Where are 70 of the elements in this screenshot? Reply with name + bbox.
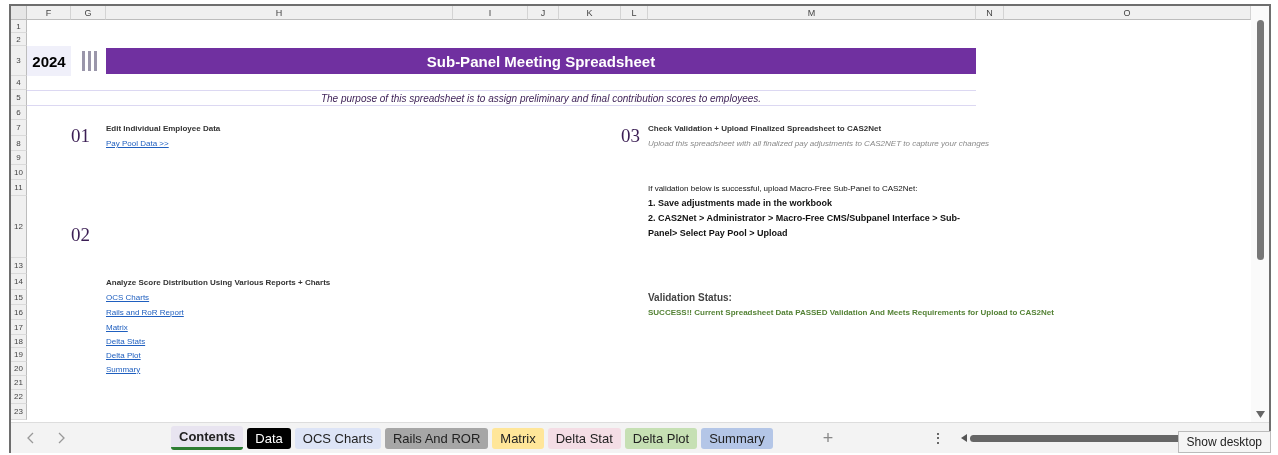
upload-step: 1. Save adjustments made in the workbook <box>648 196 976 211</box>
scroll-thumb[interactable] <box>1256 20 1264 260</box>
report-link[interactable]: Summary <box>106 364 141 374</box>
sheet-tab[interactable]: Contents <box>171 426 244 450</box>
step-number: 01 <box>71 126 90 145</box>
bars-icon <box>80 51 97 71</box>
row-number[interactable]: 22 <box>11 390 27 404</box>
year-label: 2024 <box>27 46 71 76</box>
report-link[interactable]: Delta Stats <box>106 337 146 346</box>
row-number[interactable]: 18 <box>11 335 27 348</box>
report-link[interactable]: Rails and RoR Report <box>106 308 184 317</box>
row-number[interactable]: 5 <box>11 90 27 106</box>
row-number[interactable]: 2 <box>11 33 27 46</box>
row-number[interactable]: 3 <box>11 46 27 76</box>
sheet-tab[interactable]: Rails And ROR <box>384 427 489 449</box>
section-heading: Analyze Score Distribution Using Various Reports + Charts <box>106 277 331 287</box>
column-header[interactable]: H <box>106 6 453 20</box>
scroll-left-icon[interactable] <box>961 434 968 442</box>
row-number[interactable]: 9 <box>11 151 27 165</box>
row-number[interactable]: 21 <box>11 376 27 390</box>
row-number[interactable]: 17 <box>11 320 27 335</box>
column-header[interactable]: I <box>453 6 528 20</box>
section-heading: Edit Individual Employee Data <box>106 123 221 133</box>
status-message: SUCCESS!! Current Spreadsheet Data PASSED Validation And Meets Requirements for Upload to CAS2Net <box>648 308 1054 317</box>
section-heading: Check Validation + Upload Finalized Spreadsheet to CAS2Net <box>648 123 882 133</box>
column-header[interactable]: O <box>1004 6 1251 20</box>
vertical-scrollbar[interactable] <box>1251 6 1269 422</box>
row-number[interactable]: 12 <box>11 196 27 258</box>
status-label: Validation Status: <box>648 292 732 303</box>
row-number[interactable]: 6 <box>11 106 27 120</box>
sheet-tab[interactable]: Matrix <box>492 427 544 449</box>
column-header[interactable]: K <box>559 6 621 20</box>
sheet-tab[interactable]: OCS Charts <box>294 427 381 449</box>
step-number: 02 <box>71 225 90 244</box>
sheet-tab[interactable]: Summary <box>701 427 773 449</box>
row-number[interactable]: 20 <box>11 362 27 376</box>
tooltip: Show desktop <box>1177 431 1271 453</box>
row-number[interactable]: 11 <box>11 180 27 196</box>
row-number[interactable]: 13 <box>11 258 27 274</box>
column-header[interactable]: M <box>648 6 976 20</box>
row-number[interactable]: 4 <box>11 76 27 90</box>
report-link[interactable]: Delta Plot <box>106 350 141 360</box>
scroll-down-icon[interactable] <box>1255 411 1265 418</box>
column-header[interactable]: G <box>71 6 106 20</box>
column-header[interactable]: J <box>528 6 559 20</box>
sheet-tab[interactable]: Delta Stat <box>547 427 621 449</box>
validation-instruction: If validation below is successful, upload Macro-Free Sub-Panel to CAS2Net: <box>648 183 918 193</box>
report-link[interactable]: OCS Charts <box>106 293 150 302</box>
row-number[interactable]: 7 <box>11 120 27 136</box>
report-link[interactable]: Matrix <box>106 323 128 332</box>
pay-pool-link[interactable]: Pay Pool Data >> <box>106 139 169 148</box>
upload-note: Upload this spreadsheet with all finalized pay adjustments to CAS2NET to capture your changes <box>648 139 990 148</box>
column-header[interactable]: L <box>621 6 648 20</box>
step-number: 03 <box>621 126 640 145</box>
sheet-tab[interactable]: Data <box>247 427 291 449</box>
row-number[interactable]: 15 <box>11 290 27 305</box>
row-number[interactable]: 10 <box>11 165 27 180</box>
column-header[interactable]: N <box>976 6 1004 20</box>
title-banner: Sub-Panel Meeting Spreadsheet <box>106 48 976 74</box>
row-number[interactable]: 8 <box>11 136 27 151</box>
purpose-text: The purpose of this spreadsheet is to assign preliminary and final contribution scores to employees. <box>27 90 976 106</box>
upload-step: 2. CAS2Net > Administrator > Macro-Free CMS/Subpanel Interface > Sub-Panel> Select Pay Pool > Upload <box>648 211 976 241</box>
row-number[interactable]: 14 <box>11 274 27 290</box>
row-number[interactable]: 1 <box>11 20 27 33</box>
row-number[interactable]: 23 <box>11 404 27 420</box>
more-button[interactable]: ⋮ <box>925 429 952 447</box>
row-number[interactable]: 16 <box>11 305 27 320</box>
sheet-tab[interactable]: Delta Plot <box>624 427 698 449</box>
row-number[interactable]: 19 <box>11 348 27 362</box>
column-header[interactable]: F <box>27 6 71 20</box>
